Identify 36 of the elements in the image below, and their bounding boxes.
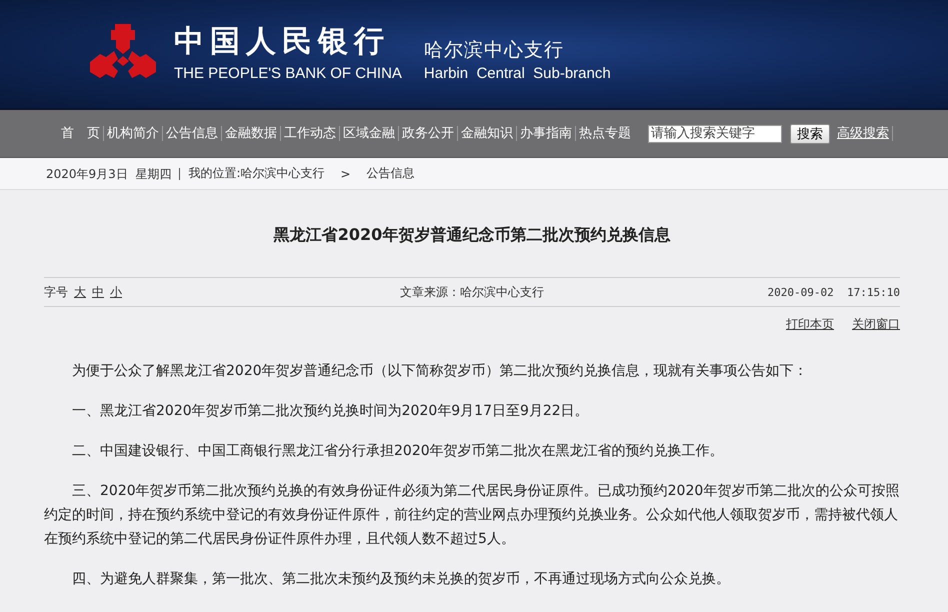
font-size-link[interactable]: 大 bbox=[74, 284, 86, 300]
nav-link[interactable]: 政务公开 bbox=[399, 126, 458, 141]
breadcrumb-link[interactable]: 公告信息 bbox=[366, 165, 415, 182]
breadcrumb-separator: > bbox=[340, 166, 351, 180]
bank-name: 中国人民银行 bbox=[174, 26, 391, 56]
branch-name-english: Harbin Central Sub-branch bbox=[424, 64, 611, 82]
article-paragraph: 为便于公众了解黑龙江省2020年贺岁普通纪念币（以下简称贺岁币）第二批次预约兑换信息，现就有关事项公告如下： bbox=[71, 362, 809, 381]
article-paragraph: 一、黑龙江省2020年贺岁币第二批次预约兑换时间为2020年9月17日至9月22日。 bbox=[71, 402, 590, 421]
nav-link[interactable]: 热点专题 bbox=[576, 126, 634, 141]
current-date: 2020年9月3日 星期四 bbox=[46, 168, 180, 180]
article-action-link[interactable]: 关闭窗口 bbox=[852, 316, 900, 333]
nav-link[interactable]: 机构简介 bbox=[104, 126, 163, 141]
nav-link[interactable]: 办事指南 bbox=[517, 126, 576, 141]
breadcrumb-link[interactable]: 哈尔滨中心支行 bbox=[240, 165, 324, 182]
publish-time: 2020-09-02 17:15:10 bbox=[768, 286, 900, 298]
search-button[interactable]: 搜索 bbox=[790, 124, 830, 144]
nav-link[interactable]: 工作动态 bbox=[281, 126, 340, 141]
article-paragraph: 四、为避免人群聚集，第一批次、第二批次未预约及预约未兑换的贺岁币，不再通过现场方式向公众兑换。 bbox=[71, 570, 731, 589]
location-label: 我的位置: bbox=[188, 165, 240, 182]
nav-link[interactable]: 金融数据 bbox=[222, 126, 281, 141]
branch-name: 哈尔滨中心支行 bbox=[424, 38, 565, 62]
article-action-link[interactable]: 打印本页 bbox=[786, 316, 834, 333]
nav-link[interactable]: 公告信息 bbox=[163, 126, 222, 141]
nav-link[interactable]: 区域金融 bbox=[340, 126, 399, 141]
article-source: 文章来源：哈尔滨中心支行 bbox=[400, 284, 544, 300]
nav-link[interactable]: 金融知识 bbox=[458, 126, 517, 141]
article-paragraph: 二、中国建设银行、中国工商银行黑龙江省分行承担2020年贺岁币第二批次在黑龙江省的预约兑换工作。 bbox=[71, 442, 725, 461]
advanced-search-link[interactable]: 高级搜索 bbox=[834, 126, 893, 141]
nav-link[interactable]: 首 页 bbox=[58, 126, 104, 141]
font-size-link[interactable]: 中 bbox=[92, 284, 104, 300]
article-title: 黑龙江省2020年贺岁普通纪念币第二批次预约兑换信息 bbox=[272, 225, 672, 246]
search-field[interactable]: 请输入搜索关键字 bbox=[648, 124, 782, 142]
bank-name-english: THE PEOPLE'S BANK OF CHINA bbox=[174, 64, 402, 82]
font-size-link[interactable]: 小 bbox=[110, 284, 122, 300]
article-paragraph: 三、2020年贺岁币第二批次预约兑换的有效身份证件必须为第二代居民身份证原件。已成功预约2020年贺岁币第二批次的公众可按照约定的时间，持在预约系统中登记的有效身份证件原件，前往约定的营业网点办理预约兑换业务。公众如代他人领取贺岁币，需持被代领人在预约系统中登记的第二代居民身份证件原件办理，且代领人数不超过5人。 bbox=[44, 482, 900, 549]
font-size-label: 字号 bbox=[44, 284, 68, 300]
